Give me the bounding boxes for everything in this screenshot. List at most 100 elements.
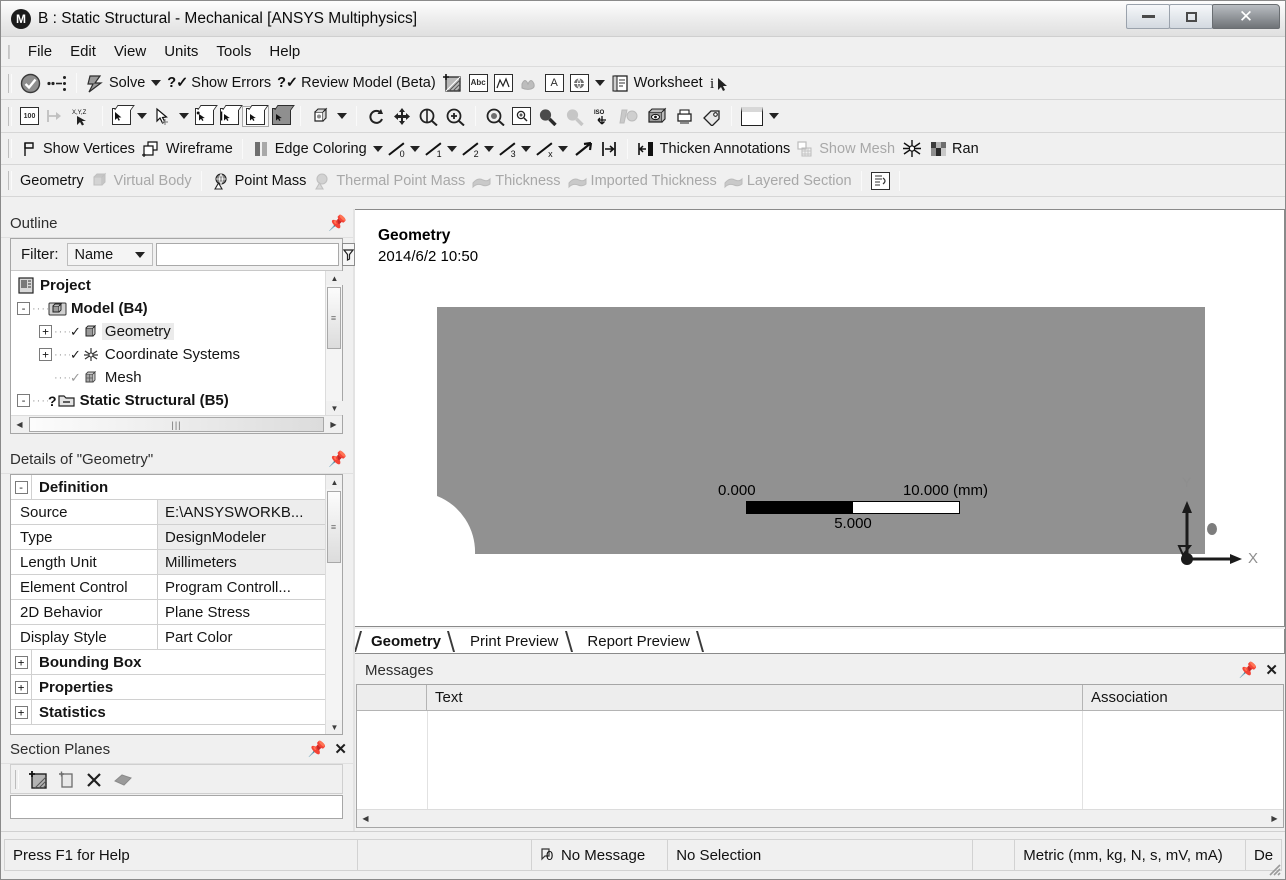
magnifier-plus-icon[interactable] xyxy=(534,106,561,127)
details-row-type[interactable]: Type DesignModeler xyxy=(11,525,325,550)
edge-thickness-3-icon[interactable]: 3 xyxy=(497,140,518,159)
edge-thickness-2-caret[interactable] xyxy=(483,145,494,152)
details-scroll-down-arrow[interactable]: ▼ xyxy=(326,720,342,734)
details-grid[interactable]: - Definition Source E:\ANSYSWORKB... Typ… xyxy=(10,474,343,735)
details-group-properties[interactable]: + Properties xyxy=(11,675,325,700)
section-planes-list[interactable] xyxy=(10,795,343,819)
tree-expander-geometry[interactable]: + xyxy=(39,325,52,338)
info-cursor-icon[interactable]: i xyxy=(706,72,734,94)
details-row-source[interactable]: Source E:\ANSYSWORKB... xyxy=(11,500,325,525)
select-mode-box-icon[interactable] xyxy=(109,107,134,126)
outline-hscroll-right-arrow[interactable]: ▶ xyxy=(325,416,342,433)
text-a-icon[interactable]: A xyxy=(542,73,567,93)
details-expander-properties[interactable]: + xyxy=(14,680,28,694)
virtual-body-button[interactable]: Virtual Body xyxy=(87,171,195,191)
details-expander-statistics[interactable]: + xyxy=(14,705,28,719)
random-colors-button[interactable]: Ran xyxy=(926,139,982,159)
select-mode-caret[interactable] xyxy=(137,113,147,119)
cursor-mode-caret[interactable] xyxy=(179,113,189,119)
worksheet-small-icon[interactable] xyxy=(868,171,893,191)
zoom-in-icon[interactable] xyxy=(442,106,469,127)
review-model-button[interactable]: ?✓ Review Model (Beta) xyxy=(274,74,439,92)
tree-row-geometry[interactable]: + ···· ✓ Geometry xyxy=(11,320,325,343)
wind-icon[interactable] xyxy=(516,73,542,93)
details-row-2d-behavior[interactable]: 2D Behavior Plane Stress xyxy=(11,600,325,625)
edge-thickness-0-icon[interactable]: 0 xyxy=(386,140,407,159)
toolbar-grip-4[interactable] xyxy=(8,171,12,190)
face-select-icon[interactable] xyxy=(242,105,269,127)
axis-triad[interactable]: Y X xyxy=(1156,471,1266,571)
filter-input[interactable] xyxy=(155,243,339,266)
messages-pin-icon[interactable]: 📌 xyxy=(1239,661,1258,679)
messages-hscrollbar[interactable]: ◀ ▶ xyxy=(357,809,1283,827)
messages-body[interactable] xyxy=(357,711,1283,809)
menu-units[interactable]: Units xyxy=(155,41,207,62)
edge-thickness-0-caret[interactable] xyxy=(409,145,420,152)
extend-selection-icon[interactable] xyxy=(42,106,68,127)
show-errors-button[interactable]: ?✓ Show Errors xyxy=(164,74,274,92)
outline-hscroll-thumb[interactable]: ||| xyxy=(29,417,324,432)
layered-section-button[interactable]: Layered Section xyxy=(720,171,855,191)
details-scroll-up-arrow[interactable]: ▲ xyxy=(326,475,342,489)
tree-row-coordinate-systems[interactable]: + ···· ✓ Coordinate Systems xyxy=(11,343,325,366)
rotate-icon[interactable] xyxy=(363,106,389,127)
worksheet-dots-icon[interactable] xyxy=(44,73,70,94)
box-zoom-icon[interactable] xyxy=(509,106,534,126)
new-section-plane-icon-2[interactable] xyxy=(24,768,52,791)
show-vertices-button[interactable]: Show Vertices xyxy=(17,139,138,159)
details-value-display-style[interactable]: Part Color xyxy=(158,625,325,649)
point-mass-button[interactable]: Point Mass xyxy=(208,171,310,191)
status-message-cell[interactable]: 0 No Message xyxy=(530,839,668,871)
filter-mode-select[interactable]: Name xyxy=(66,243,153,266)
section-view-icon[interactable] xyxy=(643,106,671,127)
select-100-icon[interactable]: 100 xyxy=(17,106,42,126)
zoom-box-icon[interactable] xyxy=(415,106,442,127)
arrow-pin-icon[interactable] xyxy=(571,139,597,159)
outline-hscroll-left-arrow[interactable]: ◀ xyxy=(11,416,28,433)
messages-grid[interactable]: Text Association ◀ ▶ xyxy=(356,684,1284,828)
details-value-source[interactable]: E:\ANSYSWORKB... xyxy=(158,500,325,524)
outline-pin-icon[interactable]: 📌 xyxy=(328,214,347,232)
look-at-face-icon[interactable] xyxy=(616,106,643,127)
tab-print-preview[interactable]: Print Preview xyxy=(454,629,573,653)
vertex-select-icon[interactable] xyxy=(192,107,217,126)
section-planes-close-icon[interactable]: ✕ xyxy=(334,740,347,758)
outline-scroll-thumb[interactable]: ≡ xyxy=(327,287,341,349)
resize-grip-icon[interactable] xyxy=(1264,859,1282,877)
zoom-to-fit-icon[interactable] xyxy=(482,106,509,127)
messages-hscroll-right-arrow[interactable]: ▶ xyxy=(1266,810,1283,827)
white-swatch-caret[interactable] xyxy=(769,113,779,119)
details-group-bounding-box[interactable]: + Bounding Box xyxy=(11,650,325,675)
chart-graph-icon[interactable] xyxy=(491,73,516,93)
random-colors-star-icon[interactable] xyxy=(898,138,926,159)
solid-body-icon[interactable] xyxy=(567,73,592,93)
outline-scroll-down-arrow[interactable]: ▼ xyxy=(326,401,343,415)
show-whole-elements-icon[interactable] xyxy=(108,768,138,791)
menu-file[interactable]: File xyxy=(19,41,61,62)
edge-select-icon[interactable] xyxy=(217,107,242,126)
details-expander-cell-bb[interactable]: + xyxy=(11,650,32,674)
wireframe-button[interactable]: Wireframe xyxy=(138,138,236,159)
cursor-mode-icon[interactable] xyxy=(150,106,176,127)
details-expander-cell-props[interactable]: + xyxy=(11,675,32,699)
details-row-element-control[interactable]: Element Control Program Controll... xyxy=(11,575,325,600)
magnifier-minus-icon[interactable] xyxy=(561,106,588,127)
imported-thickness-button[interactable]: Imported Thickness xyxy=(564,171,720,191)
messages-col-association[interactable]: Association xyxy=(1083,685,1283,710)
details-row-display-style[interactable]: Display Style Part Color xyxy=(11,625,325,650)
outline-tree[interactable]: Project - ···· Model (B4) + ···· xyxy=(11,271,325,415)
details-expander-cell-stats[interactable]: + xyxy=(11,700,32,724)
tree-row-model[interactable]: - ···· Model (B4) xyxy=(11,297,325,320)
details-scroll-thumb[interactable]: ≡ xyxy=(327,491,341,563)
tree-row-static-structural[interactable]: - ···· ? Static Structural (B5) xyxy=(11,389,325,412)
view-cube-icon[interactable] xyxy=(307,106,334,127)
thermal-point-mass-button[interactable]: Thermal Point Mass xyxy=(309,171,468,191)
outline-tree-hscrollbar[interactable]: ◀ ||| ▶ xyxy=(11,415,342,433)
tree-row-mesh[interactable]: ···· ✓ Mesh xyxy=(11,366,325,389)
toolbar-grip[interactable] xyxy=(8,73,12,93)
xyz-probe-icon[interactable]: X,Y,Z xyxy=(68,106,96,127)
section-planes-pin-icon[interactable]: 📌 xyxy=(308,740,327,758)
details-expander-cell[interactable]: - xyxy=(11,475,32,499)
menu-edit[interactable]: Edit xyxy=(61,41,105,62)
solve-button[interactable]: Solve xyxy=(83,73,148,94)
